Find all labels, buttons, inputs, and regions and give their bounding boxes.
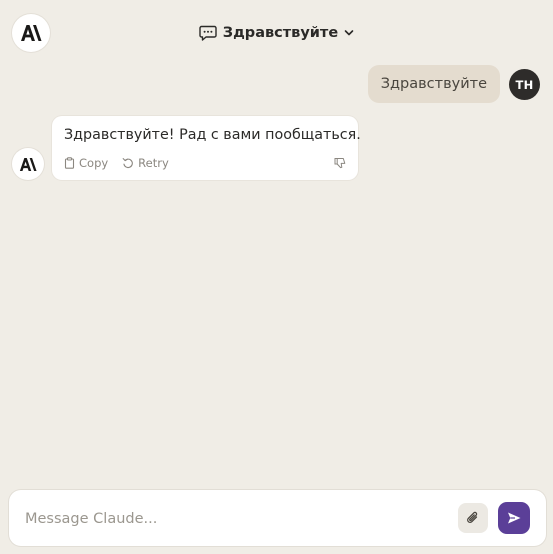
- user-avatar: TH: [509, 69, 540, 100]
- message-actions: Copy Retry: [64, 155, 346, 171]
- assistant-message-text: Здравствуйте! Рад с вами пообщаться.: [64, 127, 361, 143]
- thumbs-down-button[interactable]: [334, 157, 346, 169]
- chevron-down-icon: [344, 30, 354, 36]
- user-message: Здравствуйте: [367, 65, 500, 103]
- anthropic-logo-icon: [19, 157, 37, 171]
- chat-bubble-icon: [199, 25, 217, 41]
- assistant-message: Здравствуйте! Рад с вами пообщаться. Cop…: [52, 116, 361, 180]
- conversation-title-menu[interactable]: Здравствуйте: [0, 21, 553, 45]
- send-button[interactable]: [498, 502, 530, 534]
- thumbs-down-icon: [334, 158, 346, 169]
- conversation-title: Здравствуйте: [222, 25, 339, 41]
- copy-button[interactable]: Copy: [64, 156, 108, 170]
- retry-button[interactable]: Retry: [122, 156, 169, 170]
- user-message-text: Здравствуйте: [380, 76, 487, 92]
- retry-label: Retry: [138, 156, 169, 170]
- clipboard-icon: [64, 157, 75, 169]
- user-initials: TH: [515, 77, 534, 92]
- send-icon: [508, 512, 521, 524]
- retry-icon: [122, 158, 133, 169]
- message-composer: [9, 490, 546, 548]
- message-input[interactable]: [23, 490, 427, 548]
- copy-label: Copy: [79, 156, 109, 170]
- paperclip-icon: [467, 511, 478, 523]
- assistant-avatar: [12, 148, 44, 180]
- attach-button[interactable]: [458, 503, 488, 533]
